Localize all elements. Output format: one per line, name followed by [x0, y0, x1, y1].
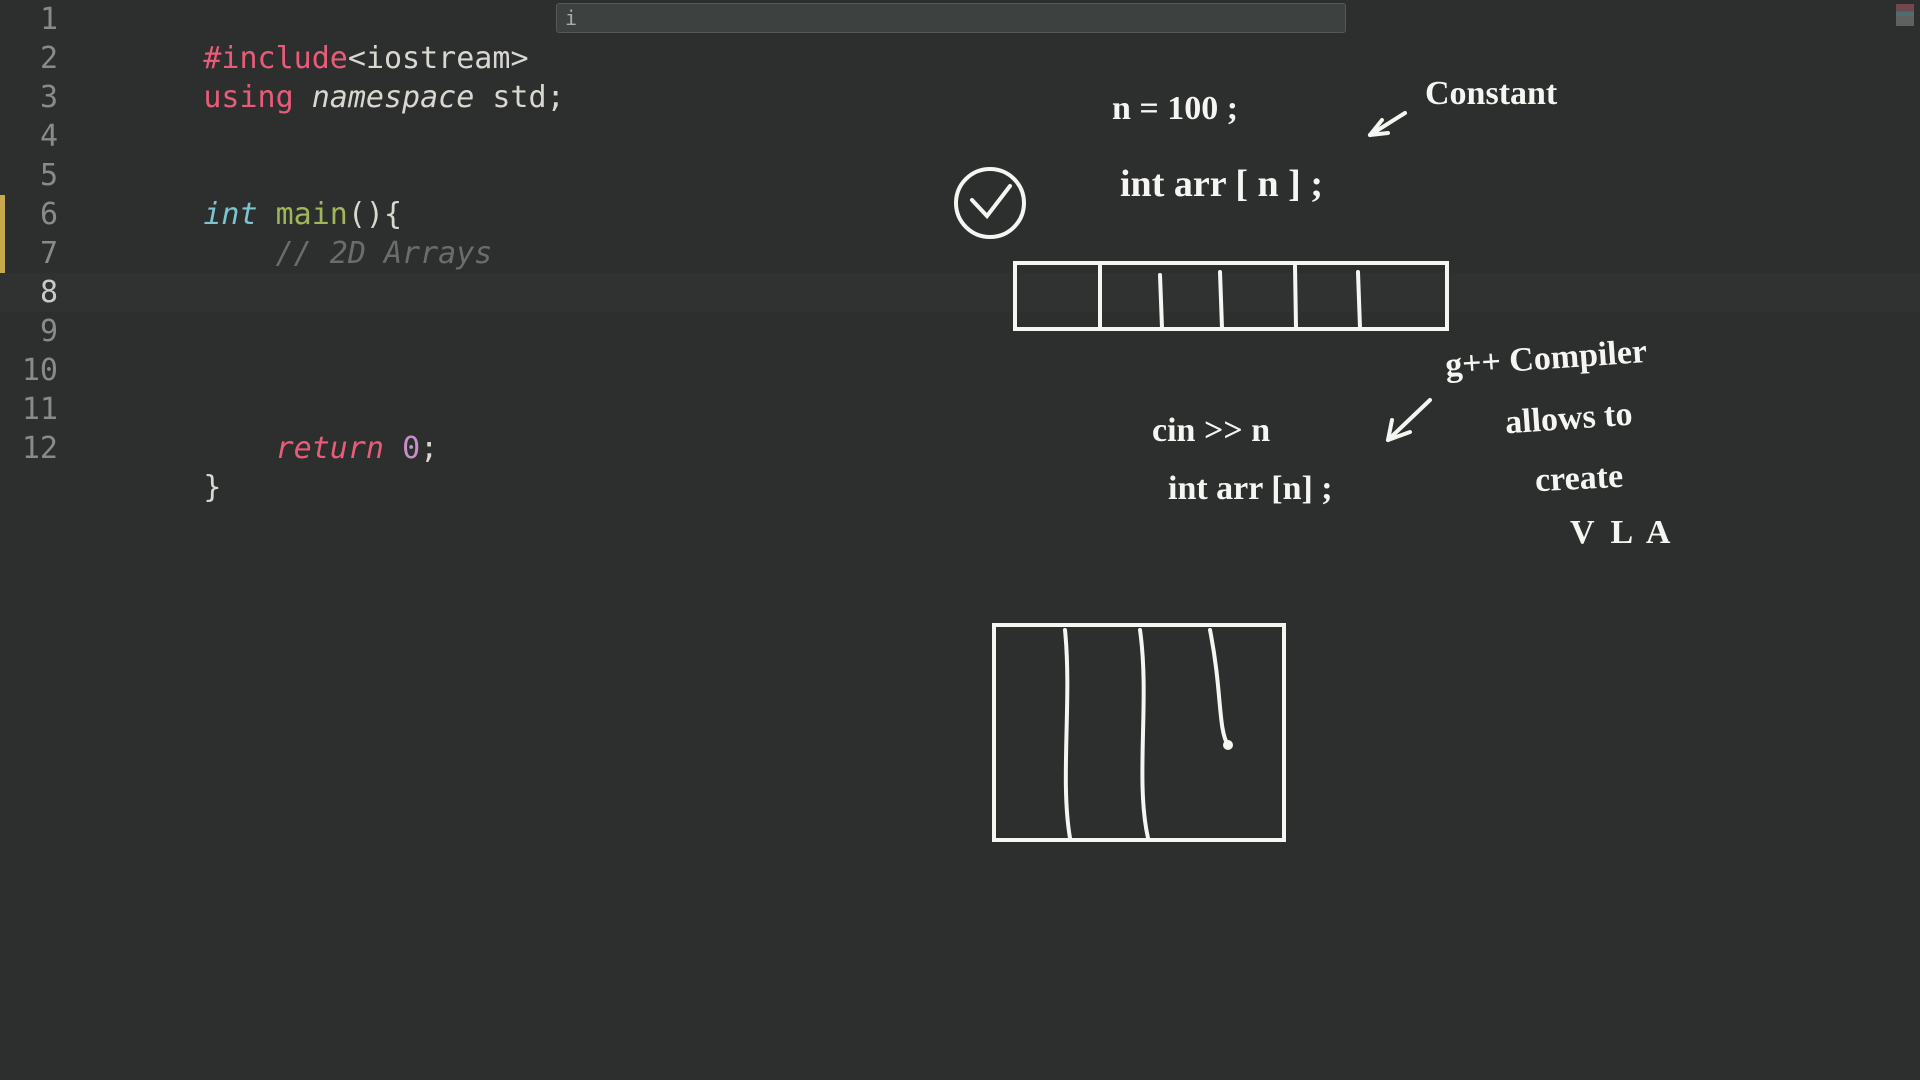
token-return: return [203, 431, 402, 466]
line-number: 8 [0, 275, 70, 310]
token-std: std [492, 80, 546, 115]
line-number: 4 [0, 119, 70, 154]
code-editor[interactable]: 1 2 3 4 5 6 7 8 9 10 11 12 #include<iost… [0, 0, 1920, 1080]
token-namespace: namespace [294, 80, 493, 115]
line-number: 10 [0, 353, 70, 388]
hint-text: i [565, 6, 577, 30]
minimap[interactable] [1896, 4, 1914, 26]
line-number: 12 [0, 431, 70, 466]
line-number: 2 [0, 41, 70, 76]
line-number: 5 [0, 158, 70, 193]
token-comment: // 2D Arrays [203, 236, 492, 271]
line-number: 7 [0, 236, 70, 271]
line-number: 11 [0, 392, 70, 427]
code-area[interactable]: #include<iostream> using namespace std; … [95, 0, 167, 312]
token-using: using [203, 80, 293, 115]
token-semi: ; [420, 431, 438, 466]
line-number: 3 [0, 80, 70, 115]
line-number: 1 [0, 2, 70, 37]
line-number: 6 [0, 197, 70, 232]
token-zero: 0 [402, 431, 420, 466]
token-semi: ; [547, 80, 565, 115]
token-brace-close: } [203, 470, 221, 505]
line-number: 9 [0, 314, 70, 349]
line-number-gutter: 1 2 3 4 5 6 7 8 9 10 11 12 [0, 0, 85, 1080]
editor-input-hint[interactable]: i [556, 3, 1346, 33]
